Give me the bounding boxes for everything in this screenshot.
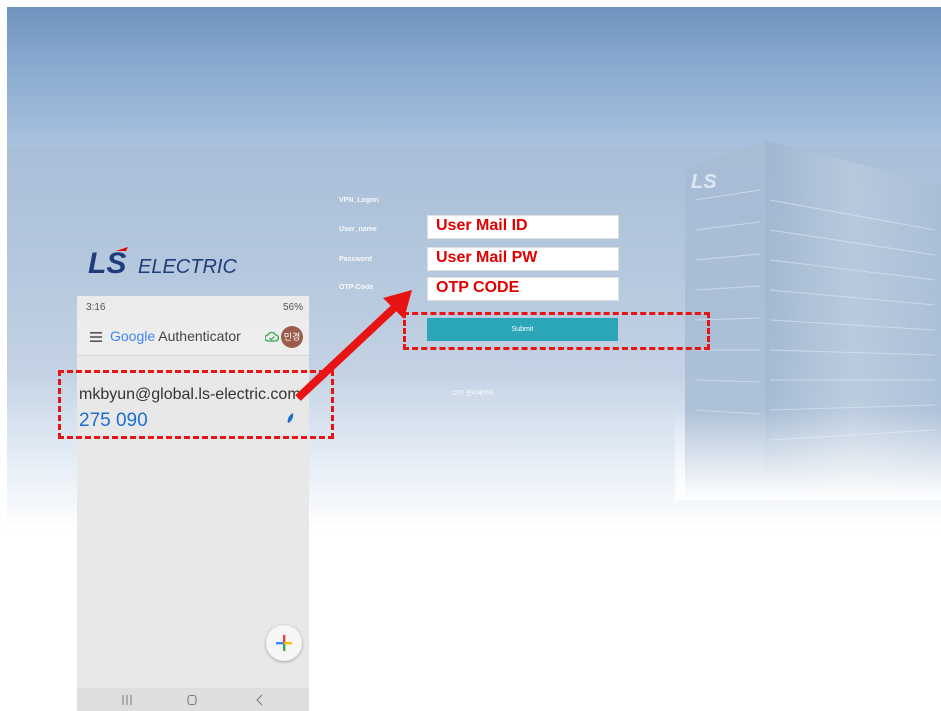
add-account-button[interactable] xyxy=(266,625,302,661)
menu-icon[interactable] xyxy=(90,331,102,343)
arrow-annotation xyxy=(295,290,412,401)
app-title-authenticator: Authenticator xyxy=(158,328,241,344)
recent-apps-icon[interactable] xyxy=(121,694,133,706)
password-label: Password xyxy=(339,256,373,263)
app-title-google: Google xyxy=(110,328,156,344)
password-input[interactable]: User Mail PW xyxy=(427,247,619,271)
cloud-check-icon[interactable] xyxy=(265,331,279,343)
add-icon xyxy=(276,635,292,651)
status-time: 3:16 xyxy=(86,302,106,313)
user-pw-annotation: User Mail PW xyxy=(436,249,538,266)
username-input[interactable]: User Mail ID xyxy=(427,215,619,239)
app-title: Google Authenticator xyxy=(110,328,241,344)
otp-management-link[interactable]: OTP 관리페이지 xyxy=(452,388,494,397)
sky-background xyxy=(7,7,941,147)
ls-electric-logo: LS ELECTRIC xyxy=(88,245,268,281)
phone-status-bar: 3:16 56% xyxy=(77,296,309,321)
building-image: LS xyxy=(675,140,941,500)
username-label: User_name xyxy=(339,226,377,233)
authenticator-app-bar: Google Authenticator 민경 xyxy=(77,321,309,356)
otp-code-input[interactable]: OTP CODE xyxy=(427,277,619,301)
back-icon[interactable] xyxy=(254,694,266,706)
user-id-annotation: User Mail ID xyxy=(436,217,528,234)
submit-highlight-box xyxy=(403,312,710,350)
logo-electric: ELECTRIC xyxy=(138,256,237,278)
form-heading: VPN_Logon xyxy=(339,197,379,204)
home-icon[interactable] xyxy=(186,694,198,706)
logo-ls: LS xyxy=(88,247,126,280)
phone-navigation-bar xyxy=(77,688,309,711)
otp-code-annotation: OTP CODE xyxy=(436,279,520,296)
